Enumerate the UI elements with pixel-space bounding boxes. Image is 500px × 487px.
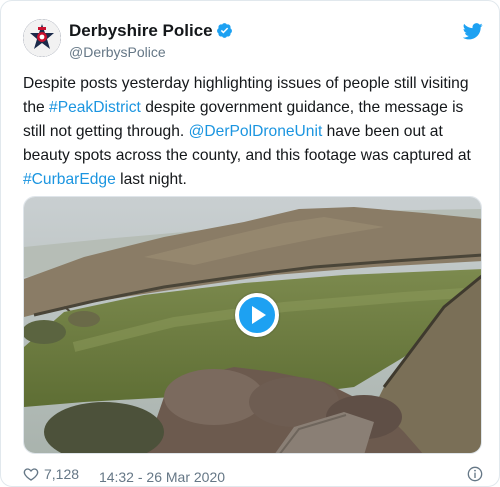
twitter-bird-icon[interactable] [463,23,483,40]
mention-derpoldroneunit-link[interactable]: @DerPolDroneUnit [189,123,323,140]
handle[interactable]: @DerbysPolice [69,42,233,62]
hashtag-peakdistrict-link[interactable]: #PeakDistrict [49,99,141,116]
play-button[interactable] [234,293,279,337]
display-name[interactable]: Derbyshire Police [69,21,213,40]
video-player[interactable] [23,196,482,454]
author-block: Derbyshire Police @DerbysPolice [69,21,233,62]
like-button[interactable]: 7,128 [23,464,79,484]
display-name-row: Derbyshire Police [69,21,233,41]
avatar[interactable] [23,19,61,57]
verified-badge-icon [216,23,232,38]
tweet-text: Despite posts yesterday highlighting iss… [23,72,485,192]
tweet-footer: 7,128 14:32 - 26 Mar 2020 [23,464,483,485]
timestamp[interactable]: 14:32 - 26 Mar 2020 [99,469,225,485]
police-crest-icon [23,19,61,57]
hashtag-curbaredge-link[interactable]: #CurbarEdge [23,171,116,188]
tweet-card: Derbyshire Police @DerbysPolice Despite … [0,0,500,487]
info-icon[interactable] [467,466,483,482]
like-count: 7,128 [44,466,80,482]
tweet-header: Derbyshire Police @DerbysPolice [23,19,483,63]
tweet-text-segment: last night. [115,171,187,188]
heart-icon [23,468,39,481]
